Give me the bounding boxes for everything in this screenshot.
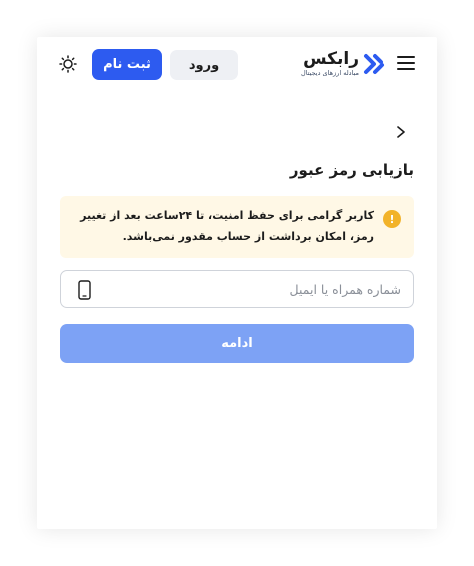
login-button[interactable]: ورود [170, 50, 238, 80]
hamburger-menu-icon[interactable] [397, 56, 415, 70]
identifier-input[interactable] [101, 271, 401, 307]
page-title: بازیابی رمز عبور [289, 161, 414, 179]
sun-icon[interactable] [59, 55, 77, 73]
rabex-logo-icon [364, 54, 384, 74]
mobile-phone-icon [78, 280, 91, 300]
alert-message: کاربر گرامی برای حفظ امنیت، تا ۲۴ساعت بع… [80, 209, 374, 243]
signup-button[interactable]: ثبت نام [92, 49, 162, 80]
logo-text: رابکس مبادله ارزهای دیجیتال [301, 50, 359, 78]
logo-tagline: مبادله ارزهای دیجیتال [300, 69, 359, 77]
warning-icon: ! [383, 210, 401, 228]
header: رابکس مبادله ارزهای دیجیتال ورود ثبت نام [37, 37, 437, 93]
security-alert: ! کاربر گرامی برای حفظ امنیت، تا ۲۴ساعت … [60, 196, 414, 258]
chevron-right-icon[interactable] [395, 125, 407, 139]
logo[interactable]: رابکس مبادله ارزهای دیجیتال [275, 47, 385, 81]
identifier-field[interactable] [60, 270, 414, 308]
continue-button[interactable]: ادامه [60, 324, 414, 363]
page-card: رابکس مبادله ارزهای دیجیتال ورود ثبت نام… [37, 37, 437, 529]
logo-word: رابکس [303, 49, 359, 69]
